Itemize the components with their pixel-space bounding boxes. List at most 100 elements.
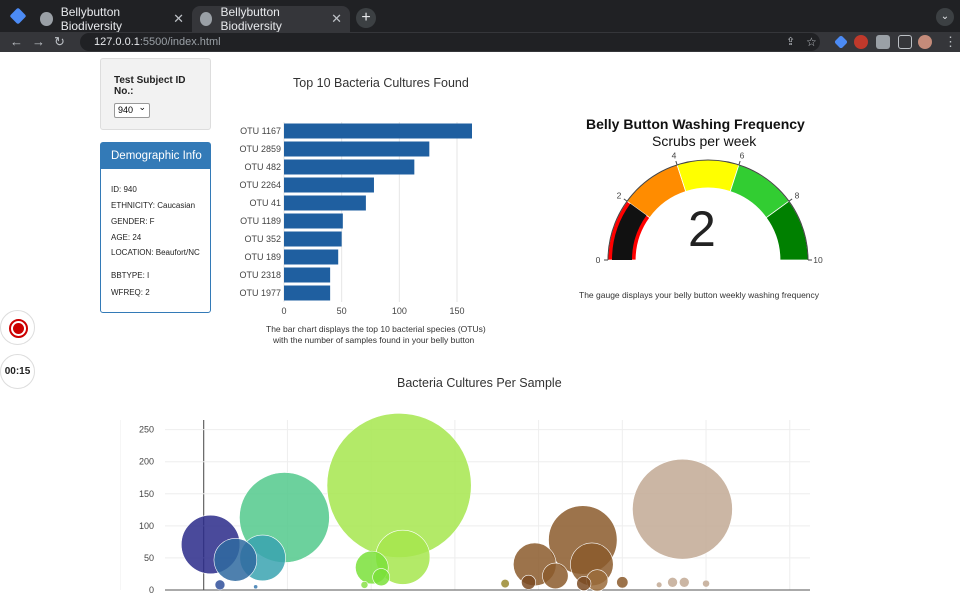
close-tab-icon[interactable]: ✕	[331, 11, 342, 27]
bar	[284, 123, 472, 139]
bubble-point	[632, 458, 733, 560]
url-input[interactable]: 127.0.0.1:5500/index.html	[80, 33, 820, 51]
tab-title: Bellybutton Biodiversity	[60, 5, 123, 33]
bubble-chart: 0 50 100 150 200 250	[120, 412, 810, 595]
avatar[interactable]	[918, 35, 932, 49]
close-tab-icon[interactable]: ✕	[173, 11, 184, 27]
new-tab-button[interactable]: +	[356, 8, 376, 28]
address-bar-row: ← → ↻ 127.0.0.1:5500/index.html ⇪ ☆ ⋮	[0, 32, 960, 52]
gauge-value: 2	[688, 201, 716, 257]
bar-chart-caption-2: with the number of samples found in your…	[273, 335, 475, 345]
bubble-y-tick-label: 0	[149, 585, 154, 595]
menu-icon[interactable]: ⋮	[944, 32, 957, 52]
recording-timer: 00:15	[0, 354, 35, 389]
subject-selector-panel: Test Subject ID No.: 940	[100, 58, 211, 130]
demo-id: ID: 940	[111, 185, 137, 194]
demo-ethnicity: ETHNICITY: Caucasian	[111, 201, 196, 210]
url-path: :5500/index.html	[139, 36, 221, 48]
gauge-title: Belly Button Washing Frequency	[586, 116, 805, 132]
tab-inactive[interactable]: Bellybutton Biodiversity ✕	[32, 5, 192, 33]
subject-id-select[interactable]: 940	[114, 101, 150, 118]
bubble-point	[656, 581, 663, 589]
bar	[284, 195, 366, 211]
gauge-tick	[788, 198, 793, 202]
bubble-point	[521, 574, 537, 590]
bar-category-label: OTU 1977	[239, 288, 281, 298]
bubble-point	[214, 579, 226, 591]
bubble-point	[542, 562, 569, 590]
bubble-point	[576, 576, 592, 592]
bar-category-label: OTU 1167	[240, 126, 281, 136]
bar-x-tick-label: 150	[449, 306, 464, 316]
bar	[284, 177, 374, 193]
bar	[284, 267, 331, 283]
bubble-point	[616, 576, 629, 589]
gauge-subtitle: Scrubs per week	[652, 133, 757, 149]
bar-chart-title: Top 10 Bacteria Cultures Found	[293, 76, 469, 90]
bar-category-label: OTU 1189	[240, 216, 281, 226]
extension-icon[interactable]	[9, 7, 27, 25]
bubble-y-tick-label: 150	[139, 489, 154, 499]
extension-icon[interactable]	[834, 35, 848, 49]
gauge-tick	[675, 160, 678, 166]
bar-chart-caption-1: The bar chart displays the top 10 bacter…	[266, 324, 486, 334]
gauge-tick-label: 2	[617, 190, 622, 200]
demo-bbtype: BBTYPE: I	[111, 271, 150, 280]
bubble-y-tick-label: 50	[144, 553, 154, 563]
bar	[284, 231, 342, 247]
demo-location: LOCATION: Beaufort/NC	[111, 248, 200, 257]
record-icon	[9, 319, 28, 338]
gauge-tick-label: 8	[795, 190, 800, 200]
bubble-point	[213, 538, 258, 582]
gauge-tick	[738, 160, 741, 166]
url-host: 127.0.0.1	[94, 36, 140, 48]
demographic-title: Demographic Info	[101, 143, 210, 169]
bubble-y-tick-label: 250	[139, 425, 154, 435]
bar-x-tick-label: 50	[337, 306, 347, 316]
bubble-point	[360, 580, 369, 589]
bubble-y-tick-label: 100	[139, 521, 154, 531]
bar-x-tick-label: 100	[392, 306, 407, 316]
reload-icon[interactable]: ↻	[54, 32, 65, 52]
bar-category-label: OTU 189	[244, 252, 281, 262]
bubble-chart-title: Bacteria Cultures Per Sample	[397, 376, 562, 390]
bar-category-label: OTU 482	[244, 162, 281, 172]
bubble-point	[678, 577, 690, 588]
globe-icon	[200, 12, 213, 26]
bar-chart: 0 50 100 150 OTU 1167 OTU 2859 OTU 482 OTU 2264…	[239, 122, 472, 316]
bar	[284, 285, 331, 301]
adblock-icon[interactable]	[854, 35, 868, 49]
gauge-tick-label: 10	[813, 255, 823, 265]
gauge-tick	[623, 198, 628, 202]
bubble-point	[372, 568, 391, 587]
forward-icon[interactable]: →	[32, 32, 45, 52]
browser-tab-bar: Bellybutton Biodiversity ✕ Bellybutton B…	[0, 0, 960, 33]
bar-category-label: OTU 2859	[239, 144, 281, 154]
subject-id-label: Test Subject ID No.:	[114, 75, 186, 97]
bar-category-label: OTU 41	[249, 198, 281, 208]
bubble-y-tick-label: 200	[139, 457, 154, 467]
demographic-panel: Demographic Info ID: 940 ETHNICITY: Cauc…	[100, 142, 211, 313]
tab-search-icon[interactable]: ⌄	[936, 8, 954, 26]
demo-gender: GENDER: F	[111, 217, 155, 226]
bar	[284, 141, 430, 157]
share-icon[interactable]: ⇪	[786, 35, 800, 49]
tab-title: Bellybutton Biodiversity	[220, 5, 282, 33]
bar-category-label: OTU 352	[244, 234, 281, 244]
gauge-band	[676, 159, 740, 193]
back-icon[interactable]: ←	[10, 32, 23, 52]
bubble-point	[702, 579, 710, 588]
sidebar-icon[interactable]	[898, 35, 912, 49]
gauge-tick-label: 4	[672, 150, 677, 160]
bubble-point	[667, 577, 678, 588]
puzzle-icon[interactable]	[876, 35, 890, 49]
globe-icon	[40, 12, 53, 26]
record-button[interactable]	[0, 310, 35, 345]
tab-active[interactable]: Bellybutton Biodiversity ✕	[192, 5, 350, 33]
bookmark-star-icon[interactable]: ☆	[806, 35, 820, 49]
bubble-point	[253, 584, 259, 590]
bar-category-label: OTU 2318	[239, 270, 281, 280]
gauge-caption: The gauge displays your belly button wee…	[579, 290, 820, 300]
bar	[284, 249, 339, 265]
bar-x-tick-label: 0	[281, 306, 286, 316]
